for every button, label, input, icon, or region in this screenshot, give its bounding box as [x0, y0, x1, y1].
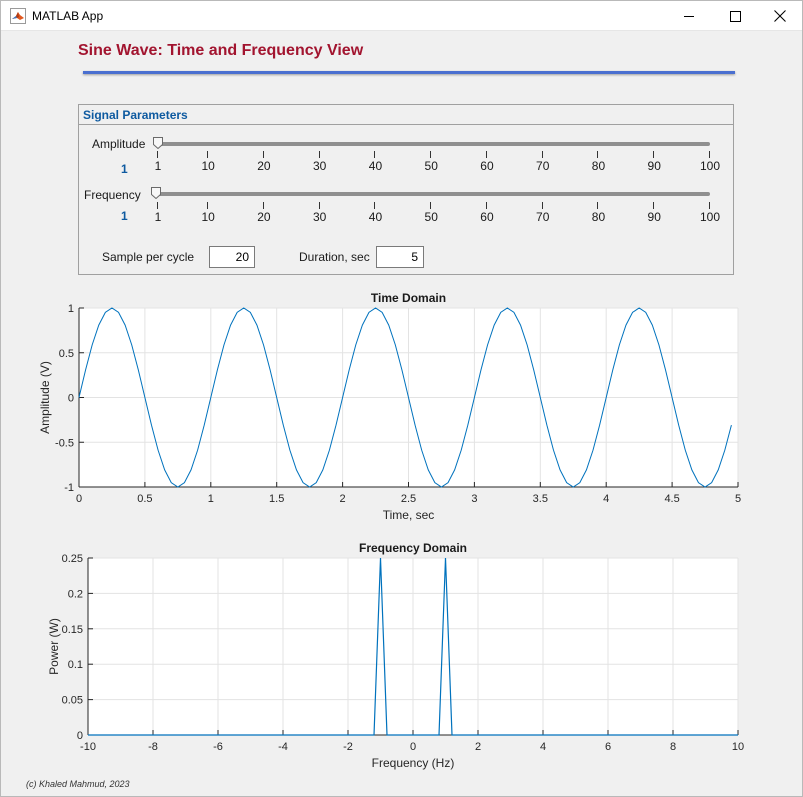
time-domain-x-tick-label: 2.5 — [401, 493, 416, 505]
frequency-domain-axes[interactable]: -10 -8 -6 -4 -2 0 2 4 6 8 10 0 0.05 0.1 0.15 0.2 0.25 Fre… — [47, 541, 744, 770]
frequency-domain-x-tick-label: 2 — [475, 741, 481, 753]
frequency-domain-x-tick-label: -10 — [80, 741, 96, 753]
frequency-domain-x-tick-label: 4 — [540, 741, 546, 753]
frequency-domain-x-label: Frequency (Hz) — [372, 756, 455, 770]
time-domain-y-tick-label: -1 — [64, 482, 74, 494]
frequency-domain-x-tick-label: -6 — [213, 741, 223, 753]
frequency-domain-y-tick-label: 0.15 — [62, 624, 83, 636]
frequency-domain-x-tick-label: 0 — [410, 741, 416, 753]
frequency-domain-y-tick-label: 0.25 — [62, 553, 83, 565]
time-domain-x-tick-label: 0 — [76, 493, 82, 505]
frequency-domain-x-tick-label: -2 — [343, 741, 353, 753]
time-domain-y-tick-label: 0 — [68, 393, 74, 405]
time-domain-y-tick-label: -0.5 — [55, 437, 74, 449]
time-domain-x-tick-label: 0.5 — [137, 493, 152, 505]
plots-canvas: 0 0.5 1 1.5 2 2.5 3 3.5 4 4.5 5 -1 -0.5 0 0.5 1 Time Dom… — [38, 291, 744, 770]
frequency-domain-y-tick-label: 0.1 — [68, 659, 83, 671]
time-domain-x-tick-label: 3 — [471, 493, 477, 505]
footer-credit: (c) Khaled Mahmud, 2023 — [26, 779, 130, 789]
time-domain-x-label: Time, sec — [383, 508, 435, 522]
frequency-domain-y-tick-label: 0 — [77, 730, 83, 742]
frequency-domain-y-tick-label: 0.05 — [62, 695, 83, 707]
time-domain-title: Time Domain — [371, 291, 446, 305]
time-domain-x-tick-label: 3.5 — [533, 493, 548, 505]
time-domain-axes[interactable]: 0 0.5 1 1.5 2 2.5 3 3.5 4 4.5 5 -1 -0.5 0 0.5 1 Time Dom… — [38, 291, 741, 522]
time-domain-y-tick-label: 1 — [68, 303, 74, 315]
frequency-domain-x-tick-label: -8 — [148, 741, 158, 753]
time-domain-x-tick-label: 2 — [340, 493, 346, 505]
frequency-domain-x-tick-label: 10 — [732, 741, 744, 753]
frequency-domain-y-label: Power (W) — [47, 618, 61, 675]
frequency-domain-x-tick-label: -4 — [278, 741, 288, 753]
time-domain-x-tick-label: 1.5 — [269, 493, 284, 505]
frequency-domain-title: Frequency Domain — [359, 541, 467, 555]
frequency-domain-x-tick-label: 8 — [670, 741, 676, 753]
time-domain-y-label: Amplitude (V) — [38, 361, 52, 434]
time-domain-y-tick-label: 0.5 — [59, 348, 74, 360]
time-domain-x-tick-label: 1 — [208, 493, 214, 505]
time-domain-x-tick-label: 4 — [603, 493, 609, 505]
time-domain-x-tick-label: 5 — [735, 493, 741, 505]
frequency-domain-x-tick-label: 6 — [605, 741, 611, 753]
frequency-domain-y-tick-label: 0.2 — [68, 588, 83, 600]
app-window: MATLAB App Sine Wave: Time and Frequency… — [0, 0, 803, 797]
time-domain-x-tick-label: 4.5 — [664, 493, 679, 505]
